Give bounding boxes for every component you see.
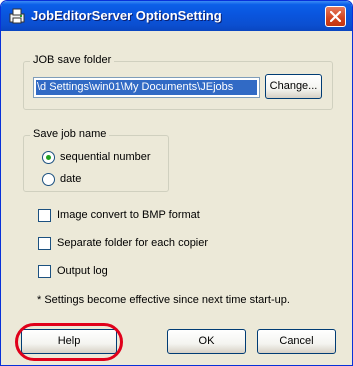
- checkbox-box: [38, 237, 51, 250]
- option-setting-dialog: JobEditorServer OptionSetting JOB save f…: [0, 0, 353, 366]
- checkbox-separate-folder-label: Separate folder for each copier: [57, 237, 209, 249]
- radio-circle: [42, 173, 55, 186]
- close-button[interactable]: [325, 6, 346, 27]
- radio-sequential-number-label: sequential number: [60, 151, 151, 163]
- window-title: JobEditorServer OptionSetting: [31, 8, 222, 23]
- save-folder-path-value: \d Settings\win01\My Documents\JEjobs: [36, 80, 257, 95]
- help-highlight-annotation: [15, 323, 123, 361]
- radio-date-label: date: [60, 173, 82, 185]
- printer-app-icon: [9, 8, 25, 24]
- radio-circle: [42, 151, 55, 164]
- save-job-name-legend: Save job name: [30, 128, 110, 140]
- checkbox-output-log-label: Output log: [57, 265, 108, 277]
- checkbox-box: [38, 209, 51, 222]
- ok-button[interactable]: OK: [167, 329, 246, 354]
- title-bar: JobEditorServer OptionSetting: [1, 1, 352, 31]
- radio-selected-dot: [46, 155, 51, 160]
- checkbox-box: [38, 265, 51, 278]
- change-folder-button[interactable]: Change...: [265, 74, 322, 99]
- cancel-button[interactable]: Cancel: [257, 329, 336, 354]
- checkbox-image-convert-bmp-label: Image convert to BMP format: [57, 209, 200, 221]
- restart-note: * Settings become effective since next t…: [37, 294, 290, 306]
- save-folder-path-field[interactable]: \d Settings\win01\My Documents\JEjobs: [33, 77, 260, 98]
- close-x-icon: [330, 11, 341, 22]
- job-save-folder-legend: JOB save folder: [30, 54, 115, 66]
